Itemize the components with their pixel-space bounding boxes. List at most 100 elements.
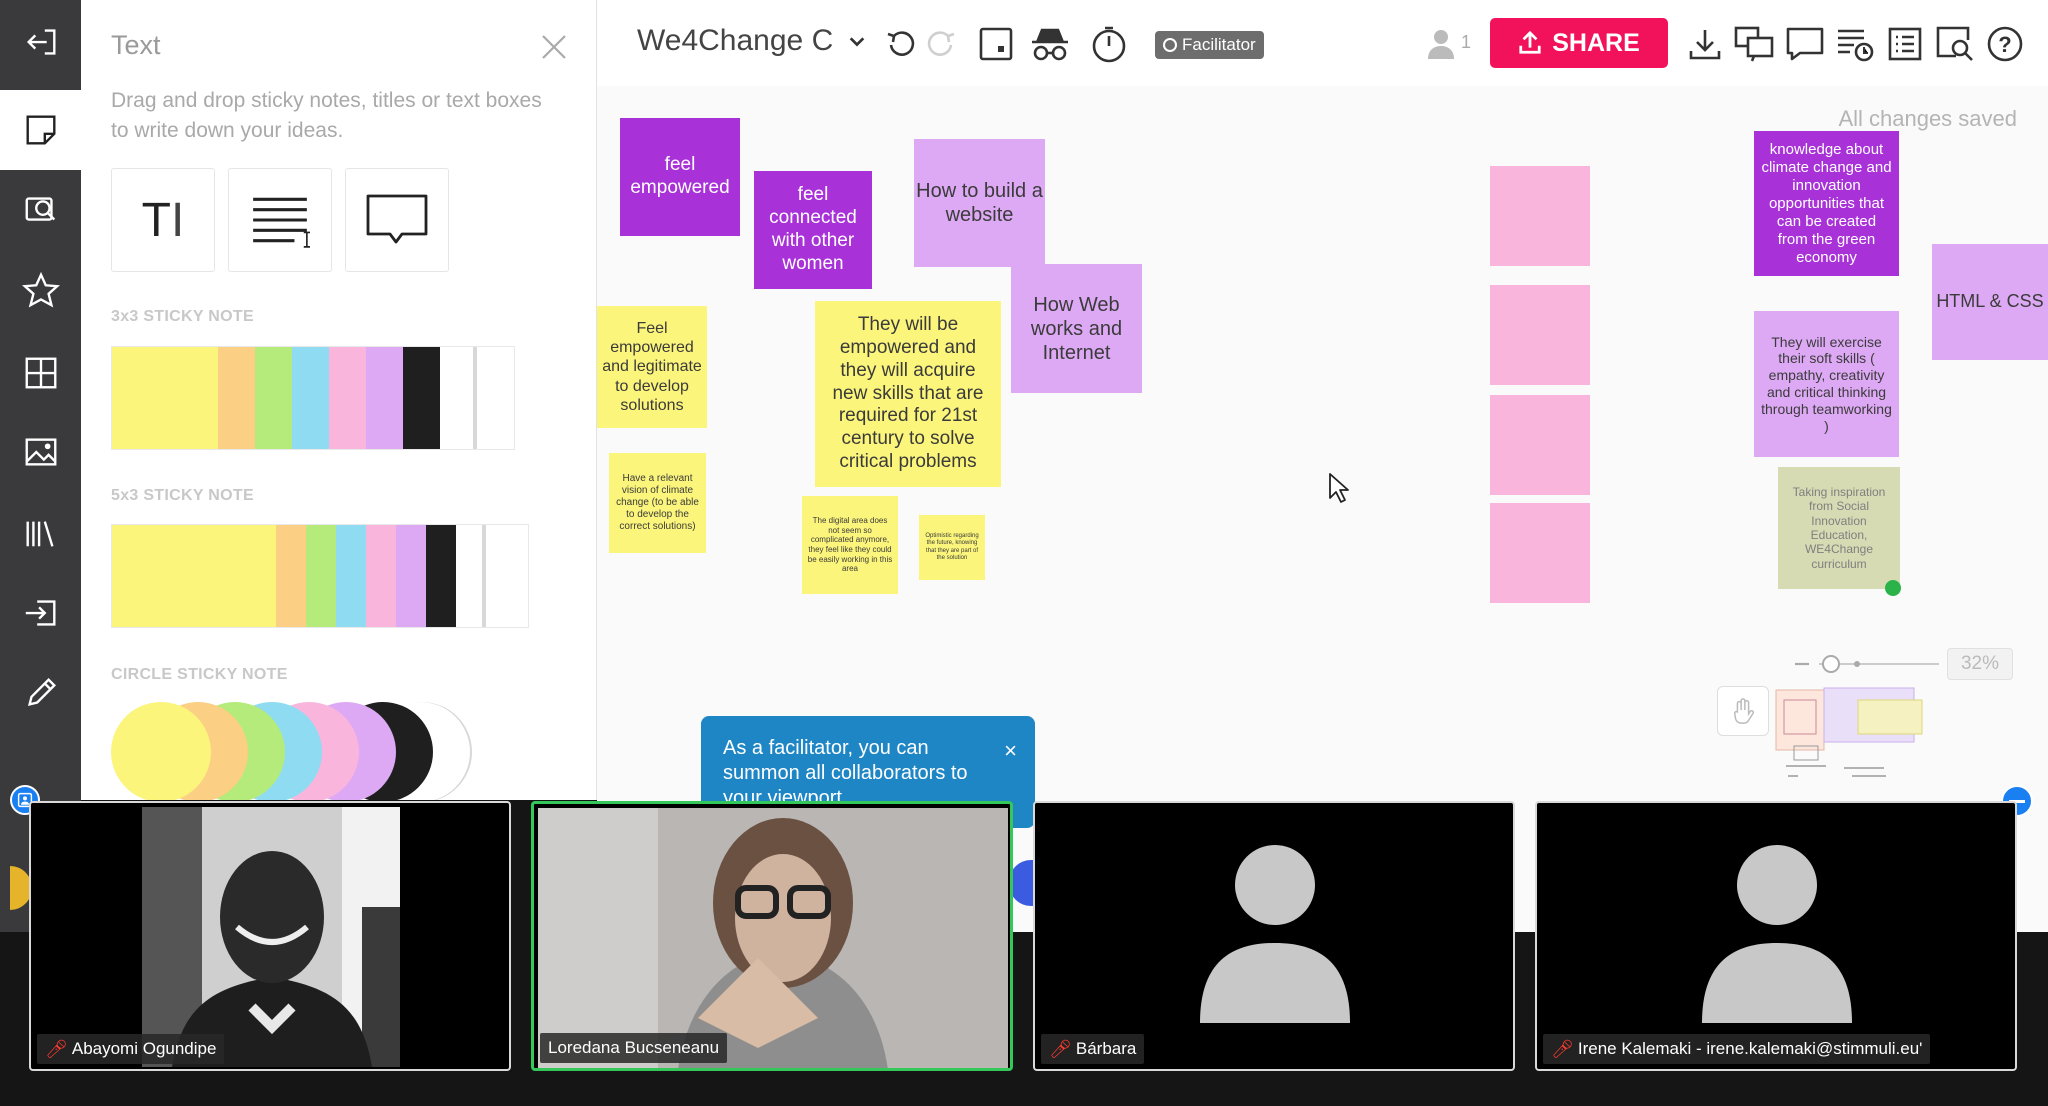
participant-name-tag: 🎤︎ Bárbara: [1041, 1034, 1145, 1064]
participant-name: Loredana Bucseneanu: [548, 1038, 720, 1057]
upload-icon: [1519, 31, 1541, 54]
minimap[interactable]: [1774, 686, 1974, 806]
sticky-color-swatch[interactable]: [255, 347, 292, 449]
sticky-note[interactable]: The digital area does not seem so compli…: [802, 496, 898, 594]
sticky-color-swatch[interactable]: [426, 525, 456, 627]
paragraph-text-tool[interactable]: [228, 168, 332, 272]
text-panel: Text Drag and drop sticky notes, titles …: [81, 0, 597, 800]
circle-color-swatch[interactable]: [111, 702, 211, 800]
sticky-color-swatch[interactable]: [306, 525, 336, 627]
toast-close-button[interactable]: ×: [1004, 738, 1017, 763]
video-tile[interactable]: 🎤︎ Abayomi Ogundipe: [29, 801, 511, 1071]
sticky-note[interactable]: They will be empowered and they will acq…: [815, 301, 1001, 487]
sticky-note[interactable]: Taking inspiration from Social Innovatio…: [1778, 467, 1900, 589]
sticky-color-swatch[interactable]: [440, 347, 477, 449]
callout-text-tool[interactable]: [345, 168, 449, 272]
circle-sticky-stack[interactable]: [111, 702, 511, 800]
facilitator-badge[interactable]: Facilitator: [1155, 31, 1264, 59]
present-icon[interactable]: [1734, 24, 1774, 64]
sticky-3x3-stack[interactable]: [111, 346, 515, 450]
save-status: All changes saved: [1838, 106, 2017, 131]
facilitator-label: Facilitator: [1182, 35, 1256, 54]
chevron-down-icon: [849, 37, 864, 47]
star-icon[interactable]: [0, 250, 81, 330]
sticky-note[interactable]: How Web works and Internet: [1011, 264, 1142, 393]
participant-name-tag: Loredana Bucseneanu: [540, 1033, 728, 1063]
sticky-color-swatch[interactable]: [292, 347, 329, 449]
sticky-color-swatch[interactable]: [396, 525, 426, 627]
outline-icon[interactable]: [1885, 24, 1925, 64]
board-title-dropdown[interactable]: We4Change C: [637, 24, 866, 58]
pencil-icon[interactable]: [0, 653, 81, 733]
search-icon[interactable]: [1935, 24, 1975, 64]
panel-title: Text: [111, 30, 161, 60]
image-icon[interactable]: [0, 412, 81, 492]
undo-icon[interactable]: [880, 24, 920, 64]
share-label: SHARE: [1552, 28, 1640, 57]
sticky-note[interactable]: knowledge about climate change and innov…: [1754, 131, 1899, 276]
collaborator-cursor-dot: [1885, 580, 1901, 596]
sticky-color-swatch[interactable]: [218, 347, 255, 449]
user-icon[interactable]: [1427, 28, 1455, 60]
pink-sticky-note[interactable]: [1490, 395, 1590, 495]
frame-icon[interactable]: [976, 24, 1016, 64]
redo-icon[interactable]: [922, 24, 962, 64]
private-mode-icon[interactable]: [1030, 24, 1070, 64]
sticky-color-swatch[interactable]: [329, 347, 366, 449]
sticky-note[interactable]: Optimistic regarding the future, knowing…: [919, 515, 985, 580]
facilitator-icon: [1163, 38, 1177, 52]
search-board-icon[interactable]: [0, 170, 81, 250]
speech-bubble-icon: [366, 194, 428, 244]
participant-name: Bárbara: [1075, 1039, 1137, 1058]
paragraph-icon: [253, 197, 310, 248]
sticky-color-swatch[interactable]: [456, 525, 486, 627]
timer-icon[interactable]: [1089, 24, 1129, 64]
sticky-note-icon[interactable]: [0, 90, 81, 170]
exit-icon[interactable]: [0, 2, 81, 82]
video-tile[interactable]: 🎤︎ Bárbara: [1033, 801, 1515, 1071]
board-title: We4Change C: [637, 24, 834, 57]
avatar-placeholder-icon: [1702, 845, 1852, 1023]
share-button[interactable]: SHARE: [1490, 18, 1668, 68]
sticky-color-swatch[interactable]: [276, 525, 306, 627]
download-icon[interactable]: [1685, 24, 1725, 64]
grid-icon[interactable]: [0, 333, 81, 413]
muted-microphone-icon: 🎤︎: [1551, 1039, 1574, 1059]
avatar-placeholder-icon: [1200, 845, 1350, 1023]
participant-name: Abayomi Ogundipe: [71, 1039, 217, 1058]
history-icon[interactable]: [1835, 24, 1875, 64]
help-icon[interactable]: ?: [1985, 24, 2025, 64]
library-icon[interactable]: [0, 493, 81, 573]
muted-microphone-icon: 🎤︎: [45, 1039, 68, 1059]
zoom-level[interactable]: 32%: [1947, 648, 2013, 680]
participant-name-tag: 🎤︎ Irene Kalemaki - irene.kalemaki@stimm…: [1543, 1034, 1931, 1064]
muted-microphone-icon: 🎤︎: [1049, 1039, 1072, 1059]
title-text-tool[interactable]: TI: [111, 168, 215, 272]
pan-hand-icon[interactable]: [1717, 686, 1769, 736]
sticky-color-swatch[interactable]: [366, 525, 396, 627]
sticky-color-swatch[interactable]: [112, 525, 276, 627]
sticky-note[interactable]: Have a relevant vision of climate change…: [609, 453, 706, 553]
pink-sticky-note[interactable]: [1490, 285, 1590, 385]
sticky-note[interactable]: feel empowered: [620, 118, 740, 236]
sticky-note[interactable]: How to build a website: [914, 139, 1045, 267]
participant-video: [142, 807, 400, 1067]
sticky-note[interactable]: They will exercise their soft skills ( e…: [1754, 311, 1899, 457]
sticky-color-swatch[interactable]: [366, 347, 403, 449]
video-tile[interactable]: 🎤︎ Irene Kalemaki - irene.kalemaki@stimm…: [1535, 801, 2017, 1071]
sticky-note[interactable]: feel connected with other women: [754, 171, 872, 289]
sticky-note[interactable]: HTML & CSS: [1932, 244, 2048, 360]
sticky-color-swatch[interactable]: [403, 347, 440, 449]
text-cursor-icon: TI: [141, 193, 185, 247]
close-icon[interactable]: [539, 32, 569, 62]
pink-sticky-note[interactable]: [1490, 503, 1590, 603]
sticky-note[interactable]: Feel empowered and legitimate to develop…: [597, 306, 707, 428]
import-icon[interactable]: [0, 573, 81, 653]
sticky-color-swatch[interactable]: [336, 525, 366, 627]
pink-sticky-note[interactable]: [1490, 166, 1590, 266]
sticky-color-swatch[interactable]: [112, 347, 218, 449]
app-window: Text Drag and drop sticky notes, titles …: [0, 0, 2048, 1106]
comments-icon[interactable]: [1785, 24, 1825, 64]
sticky-5x3-stack[interactable]: [111, 524, 529, 628]
video-tile-active-speaker[interactable]: Loredana Bucseneanu: [531, 801, 1013, 1071]
